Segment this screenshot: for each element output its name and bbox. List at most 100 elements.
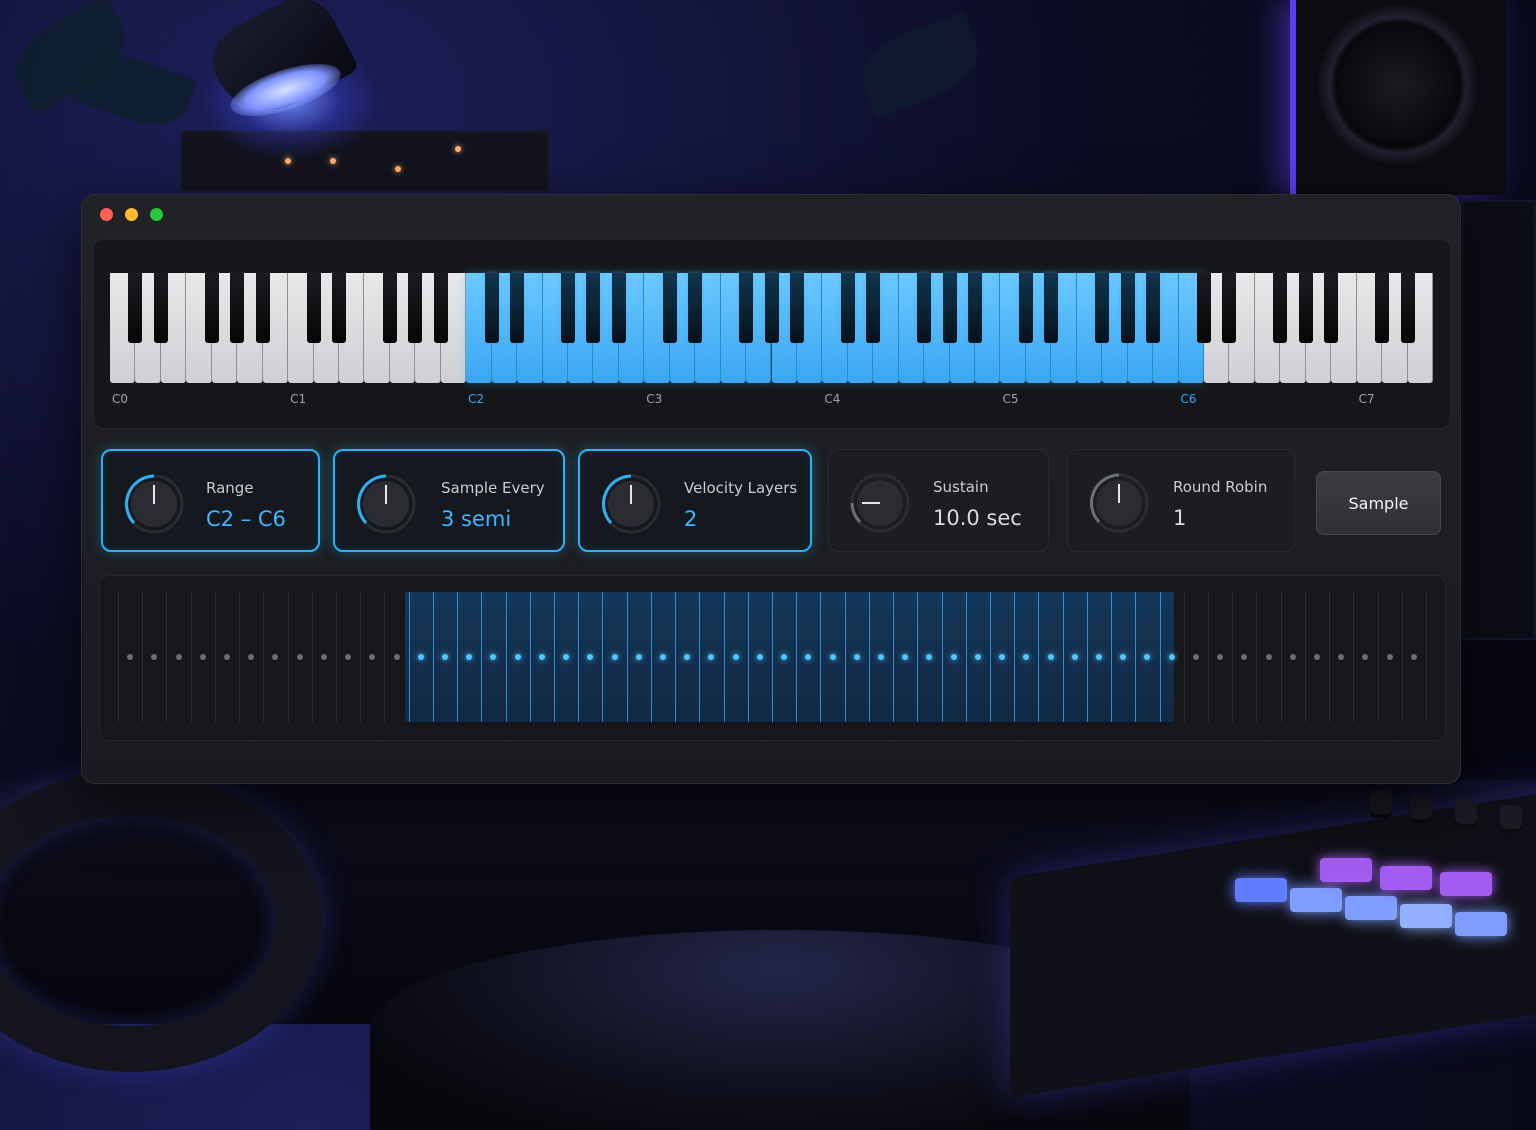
black-key[interactable] [840, 273, 855, 343]
sample-point-active[interactable] [1168, 654, 1175, 660]
black-key[interactable] [560, 273, 575, 343]
black-key[interactable] [1120, 273, 1135, 343]
sample-point[interactable] [393, 654, 400, 660]
sample-point-active[interactable] [853, 654, 860, 660]
black-key[interactable] [866, 273, 881, 343]
sample-point-active[interactable] [708, 654, 715, 660]
black-key[interactable] [942, 273, 957, 343]
sample-point[interactable] [345, 654, 352, 660]
sample-point-active[interactable] [805, 654, 812, 660]
black-key[interactable] [510, 273, 525, 343]
sample-point[interactable] [296, 654, 303, 660]
black-key[interactable] [1095, 273, 1110, 343]
sample-point-active[interactable] [1023, 654, 1030, 660]
black-key[interactable] [230, 273, 245, 343]
black-key[interactable] [255, 273, 270, 343]
sample-point-active[interactable] [756, 654, 763, 660]
black-key[interactable] [1324, 273, 1339, 343]
sample-point-active[interactable] [1096, 654, 1102, 660]
piano-keyboard[interactable] [110, 273, 1433, 383]
range-knob-icon[interactable] [123, 473, 185, 535]
black-key[interactable] [153, 273, 168, 343]
sample-point[interactable] [1289, 654, 1296, 660]
sample-point-active[interactable] [490, 654, 497, 660]
sustain-knob-icon[interactable] [849, 472, 911, 534]
sample-point[interactable] [1217, 654, 1224, 660]
sample-point-active[interactable] [902, 654, 909, 660]
sample-point[interactable] [1410, 654, 1417, 660]
sample-point[interactable] [320, 654, 327, 660]
sample-point-active[interactable] [538, 654, 545, 660]
black-key[interactable] [1044, 273, 1059, 343]
sample-point-active[interactable] [1047, 654, 1054, 660]
sample-point[interactable] [199, 654, 206, 660]
black-key[interactable] [764, 273, 779, 343]
sample-point-active[interactable] [974, 654, 981, 660]
sample-every-control[interactable]: Sample Every 3 semi [333, 449, 565, 552]
sample-point-active[interactable] [950, 654, 957, 660]
sample-point[interactable] [1386, 654, 1393, 660]
sample-point[interactable] [151, 654, 158, 660]
sample-point-active[interactable] [417, 654, 424, 660]
black-key[interactable] [128, 273, 143, 343]
sample-point[interactable] [1265, 654, 1272, 660]
round-robin-control[interactable]: Round Robin 1 [1067, 449, 1295, 552]
velocity-layers-control[interactable]: Velocity Layers 2 [578, 449, 812, 552]
sustain-control[interactable]: Sustain 10.0 sec [828, 449, 1049, 552]
sample-point-active[interactable] [878, 654, 884, 660]
sample-point[interactable] [127, 654, 134, 660]
sample-point-active[interactable] [1144, 654, 1151, 660]
sample-point-active[interactable] [611, 654, 618, 660]
window-maximize-button[interactable] [150, 208, 163, 221]
sample-button[interactable]: Sample [1316, 471, 1441, 535]
sample-point-active[interactable] [684, 654, 691, 660]
black-key[interactable] [1273, 273, 1288, 343]
sample-point-active[interactable] [781, 654, 788, 660]
sample-every-knob-icon[interactable] [355, 473, 417, 535]
sample-point[interactable] [1241, 654, 1248, 660]
range-control[interactable]: Range C2 – C6 [101, 449, 320, 552]
sample-point-active[interactable] [999, 654, 1006, 660]
black-key[interactable] [917, 273, 932, 343]
sample-point[interactable] [1192, 654, 1199, 660]
black-key[interactable] [1375, 273, 1390, 343]
black-key[interactable] [586, 273, 601, 343]
sample-point-active[interactable] [926, 654, 933, 660]
sample-point-active[interactable] [732, 654, 739, 660]
black-key[interactable] [739, 273, 754, 343]
sample-point-active[interactable] [1120, 654, 1127, 660]
sample-point[interactable] [272, 654, 279, 660]
black-key[interactable] [1146, 273, 1161, 343]
black-key[interactable] [688, 273, 703, 343]
sample-point-active[interactable] [442, 654, 448, 660]
black-key[interactable] [484, 273, 499, 343]
black-key[interactable] [408, 273, 423, 343]
black-key[interactable] [662, 273, 677, 343]
black-key[interactable] [1400, 273, 1415, 343]
black-key[interactable] [306, 273, 321, 343]
sample-point[interactable] [175, 654, 182, 660]
sample-point[interactable] [1314, 654, 1320, 660]
black-key[interactable] [331, 273, 346, 343]
sample-point[interactable] [248, 654, 255, 660]
black-key[interactable] [204, 273, 219, 343]
black-key[interactable] [789, 273, 804, 343]
black-key[interactable] [382, 273, 397, 343]
sample-point[interactable] [224, 654, 230, 660]
black-key[interactable] [1222, 273, 1237, 343]
sample-point-active[interactable] [514, 654, 521, 660]
black-key[interactable] [1197, 273, 1212, 343]
black-key[interactable] [611, 273, 626, 343]
sample-point-active[interactable] [563, 654, 570, 660]
black-key[interactable] [968, 273, 983, 343]
round-robin-knob-icon[interactable] [1088, 472, 1150, 534]
sample-point-active[interactable] [660, 654, 666, 660]
sample-point-active[interactable] [1071, 654, 1078, 660]
window-minimize-button[interactable] [125, 208, 138, 221]
sample-point[interactable] [369, 654, 376, 660]
sample-point-active[interactable] [587, 654, 594, 660]
window-close-button[interactable] [100, 208, 113, 221]
sample-point[interactable] [1338, 654, 1345, 660]
sample-point-active[interactable] [635, 654, 642, 660]
black-key[interactable] [1018, 273, 1033, 343]
